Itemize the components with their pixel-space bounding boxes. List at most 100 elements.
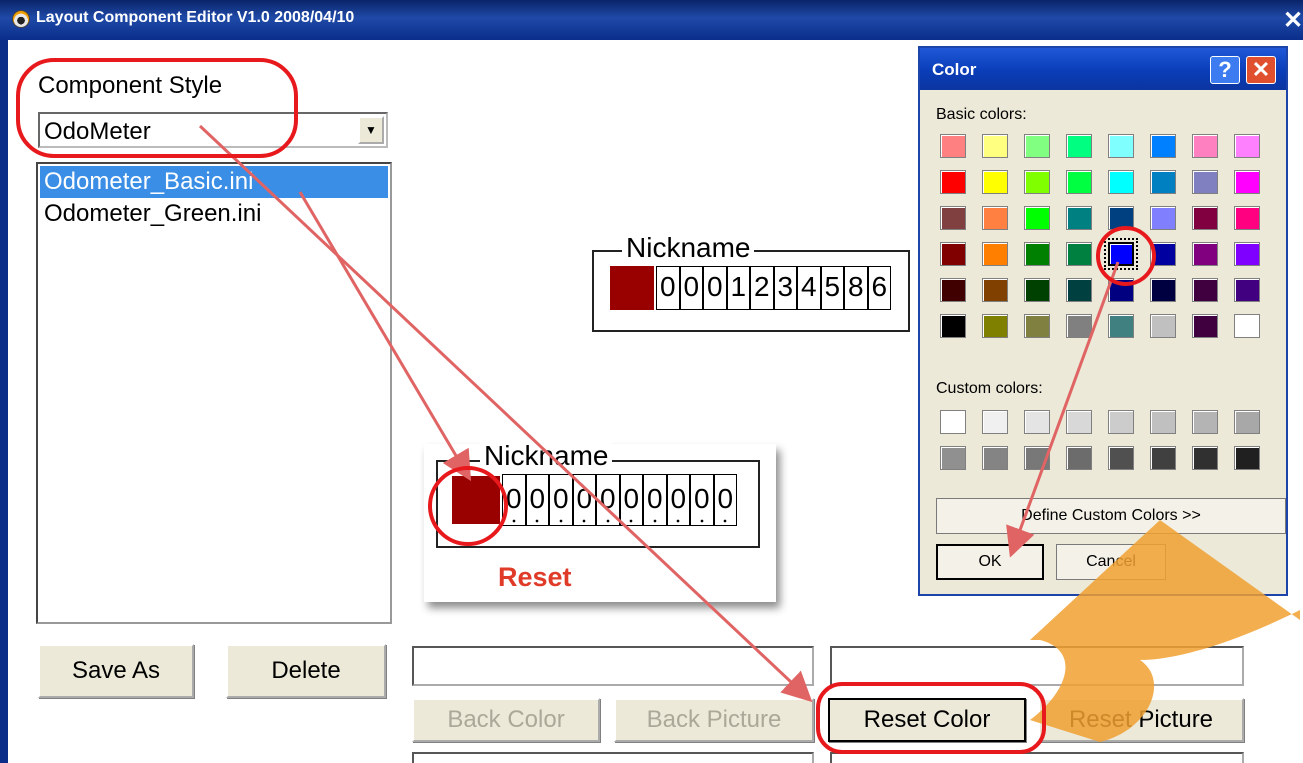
basic-color-swatch[interactable] bbox=[1150, 134, 1176, 158]
basic-color-swatch[interactable] bbox=[1108, 134, 1134, 158]
basic-color-swatch[interactable] bbox=[1234, 242, 1260, 266]
basic-color-swatch[interactable] bbox=[1150, 314, 1176, 338]
basic-color-swatch[interactable] bbox=[1108, 314, 1134, 338]
basic-color-swatch[interactable] bbox=[982, 134, 1008, 158]
odometer-digit: 8 bbox=[844, 266, 868, 310]
custom-color-swatch[interactable] bbox=[940, 446, 966, 470]
window-frame bbox=[0, 40, 8, 763]
basic-color-swatch[interactable] bbox=[940, 278, 966, 302]
basic-color-swatch[interactable] bbox=[982, 170, 1008, 194]
cancel-button[interactable]: Cancel bbox=[1056, 544, 1166, 580]
basic-color-swatch[interactable] bbox=[1192, 314, 1218, 338]
basic-color-swatch[interactable] bbox=[1066, 206, 1092, 230]
odometer-color-swatch bbox=[610, 266, 654, 310]
custom-color-swatch[interactable] bbox=[1192, 446, 1218, 470]
basic-color-swatch[interactable] bbox=[1108, 206, 1134, 230]
basic-color-swatch[interactable] bbox=[1108, 278, 1134, 302]
basic-color-swatch[interactable] bbox=[1066, 170, 1092, 194]
back-picture-button[interactable]: Back Picture bbox=[614, 698, 814, 742]
window-close-icon[interactable]: ✕ bbox=[1283, 6, 1303, 35]
basic-color-swatch[interactable] bbox=[1150, 278, 1176, 302]
custom-color-swatch[interactable] bbox=[1108, 446, 1134, 470]
basic-color-swatch[interactable] bbox=[1150, 242, 1176, 266]
odometer-digit: 0 bbox=[619, 474, 643, 526]
back-picture-field[interactable] bbox=[830, 646, 1244, 686]
list-item[interactable]: Odometer_Green.ini bbox=[40, 198, 388, 230]
back-color-field[interactable] bbox=[412, 646, 814, 686]
component-style-dropdown[interactable]: OdoMeter ▼ bbox=[38, 112, 388, 148]
odometer-digit: 3 bbox=[773, 266, 797, 310]
text-field[interactable] bbox=[830, 752, 1244, 763]
odometer-digit: 0 bbox=[549, 474, 573, 526]
help-icon[interactable]: ? bbox=[1210, 56, 1240, 84]
basic-color-swatch[interactable] bbox=[1024, 278, 1050, 302]
custom-color-swatch[interactable] bbox=[1024, 410, 1050, 434]
basic-color-swatch[interactable] bbox=[940, 206, 966, 230]
basic-color-swatch[interactable] bbox=[1024, 170, 1050, 194]
chevron-down-icon[interactable]: ▼ bbox=[358, 116, 384, 144]
basic-color-swatch[interactable] bbox=[982, 242, 1008, 266]
list-item[interactable]: Odometer_Basic.ini bbox=[40, 166, 388, 198]
basic-color-swatch[interactable] bbox=[1108, 170, 1134, 194]
define-custom-colors-button[interactable]: Define Custom Colors >> bbox=[936, 498, 1286, 534]
ok-button[interactable]: OK bbox=[936, 544, 1044, 580]
custom-color-swatch[interactable] bbox=[940, 410, 966, 434]
custom-color-swatch[interactable] bbox=[1024, 446, 1050, 470]
basic-color-swatch[interactable] bbox=[1192, 206, 1218, 230]
custom-color-swatch[interactable] bbox=[1066, 446, 1092, 470]
odometer-digit: 0 bbox=[502, 474, 526, 526]
custom-color-swatch[interactable] bbox=[982, 410, 1008, 434]
odometer-digit: 0 bbox=[643, 474, 667, 526]
odometer-digit: 0 bbox=[703, 266, 727, 310]
custom-color-swatch[interactable] bbox=[1192, 410, 1218, 434]
color-dialog-titlebar[interactable]: Color ? ✕ bbox=[920, 48, 1286, 90]
color-dialog[interactable]: Color ? ✕ Basic colors: Custom colors: D… bbox=[918, 46, 1288, 596]
basic-color-swatch[interactable] bbox=[1192, 278, 1218, 302]
basic-color-swatch[interactable] bbox=[1192, 170, 1218, 194]
basic-color-swatch[interactable] bbox=[1066, 314, 1092, 338]
odometer-reset-color-swatch bbox=[452, 476, 500, 524]
basic-color-swatch[interactable] bbox=[940, 314, 966, 338]
custom-color-swatch[interactable] bbox=[1108, 410, 1134, 434]
basic-color-swatch[interactable] bbox=[1192, 242, 1218, 266]
basic-color-swatch[interactable] bbox=[1066, 134, 1092, 158]
basic-color-swatch[interactable] bbox=[940, 170, 966, 194]
save-as-button[interactable]: Save As bbox=[38, 644, 194, 698]
basic-color-swatch[interactable] bbox=[1066, 242, 1092, 266]
custom-color-swatch[interactable] bbox=[1150, 410, 1176, 434]
back-color-button[interactable]: Back Color bbox=[412, 698, 600, 742]
basic-color-swatch[interactable] bbox=[982, 206, 1008, 230]
custom-color-swatch[interactable] bbox=[1066, 410, 1092, 434]
basic-color-swatch[interactable] bbox=[940, 134, 966, 158]
basic-color-swatch[interactable] bbox=[982, 314, 1008, 338]
basic-color-swatch[interactable] bbox=[1024, 206, 1050, 230]
style-file-list[interactable]: Odometer_Basic.ini Odometer_Green.ini bbox=[36, 162, 392, 624]
custom-color-swatch[interactable] bbox=[1150, 446, 1176, 470]
basic-color-swatch[interactable] bbox=[1234, 134, 1260, 158]
custom-color-swatch[interactable] bbox=[1234, 446, 1260, 470]
basic-color-swatch[interactable] bbox=[1104, 238, 1138, 270]
basic-color-swatch[interactable] bbox=[1192, 134, 1218, 158]
basic-color-swatch[interactable] bbox=[982, 278, 1008, 302]
basic-color-swatch[interactable] bbox=[1024, 134, 1050, 158]
basic-color-swatch[interactable] bbox=[1234, 314, 1260, 338]
reset-caption: Reset bbox=[498, 562, 572, 592]
odometer-digit: 2 bbox=[750, 266, 774, 310]
basic-color-swatch[interactable] bbox=[1234, 278, 1260, 302]
basic-color-swatch[interactable] bbox=[1024, 314, 1050, 338]
basic-color-swatch[interactable] bbox=[1066, 278, 1092, 302]
reset-picture-button[interactable]: Reset Picture bbox=[1038, 698, 1244, 742]
close-icon[interactable]: ✕ bbox=[1246, 56, 1276, 84]
text-field[interactable] bbox=[412, 752, 814, 763]
basic-color-swatch[interactable] bbox=[1150, 170, 1176, 194]
custom-color-swatch[interactable] bbox=[982, 446, 1008, 470]
window-titlebar[interactable]: Layout Component Editor V1.0 2008/04/10 … bbox=[0, 0, 1303, 40]
custom-color-swatch[interactable] bbox=[1234, 410, 1260, 434]
reset-color-button[interactable]: Reset Color bbox=[828, 698, 1026, 742]
basic-color-swatch[interactable] bbox=[940, 242, 966, 266]
basic-color-swatch[interactable] bbox=[1024, 242, 1050, 266]
basic-color-swatch[interactable] bbox=[1234, 170, 1260, 194]
delete-button[interactable]: Delete bbox=[226, 644, 386, 698]
basic-color-swatch[interactable] bbox=[1234, 206, 1260, 230]
basic-color-swatch[interactable] bbox=[1150, 206, 1176, 230]
